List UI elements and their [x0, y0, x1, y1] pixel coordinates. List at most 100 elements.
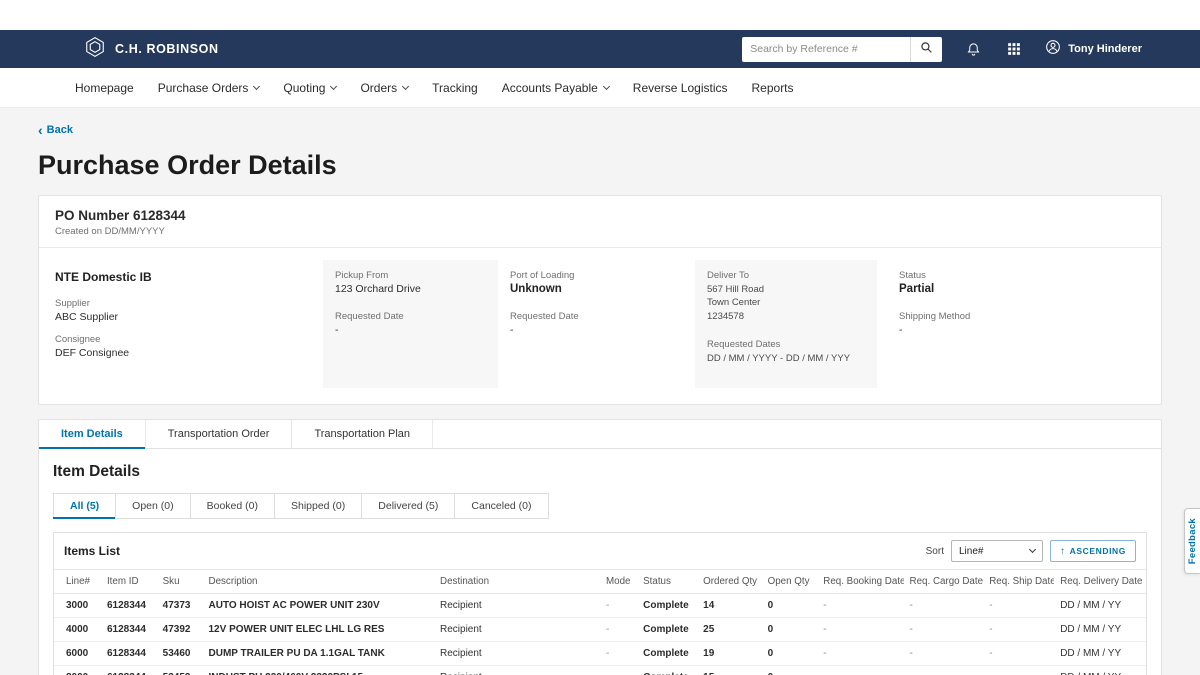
user-avatar-icon [1045, 39, 1061, 60]
items-table-column-header: Open Qty [762, 570, 818, 594]
back-link[interactable]: ‹ Back [38, 124, 73, 136]
table-cell: 25 [697, 618, 761, 642]
search-button[interactable] [910, 37, 942, 62]
search-input[interactable] [742, 37, 910, 62]
filter-all[interactable]: All (5) [53, 493, 116, 519]
status-label: Status [899, 270, 1145, 281]
nav-homepage[interactable]: Homepage [75, 81, 134, 95]
nav-purchase-orders[interactable]: Purchase Orders [158, 81, 260, 95]
table-cell: - [600, 594, 637, 618]
page-title: Purchase Order Details [38, 150, 1162, 181]
chr-logo-icon [84, 36, 106, 63]
table-cell: 6000 [54, 642, 101, 666]
nav-quoting[interactable]: Quoting [283, 81, 336, 95]
table-cell: 6128344 [101, 642, 157, 666]
nav-reports[interactable]: Reports [752, 81, 794, 95]
tab-item-details[interactable]: Item Details [39, 420, 146, 448]
sort-select[interactable]: Line# [951, 540, 1043, 562]
table-cell: Recipient [434, 594, 600, 618]
items-table: Line#Item IDSkuDescriptionDestinationMod… [54, 569, 1146, 675]
items-list-title: Items List [64, 544, 120, 558]
table-cell: 0 [762, 618, 818, 642]
items-list-panel: Items List Sort Line# ↑ ASCENDING [53, 532, 1147, 675]
filter-open[interactable]: Open (0) [115, 493, 190, 519]
summary-col-general: NTE Domestic IB Supplier ABC Supplier Co… [55, 260, 323, 388]
table-cell: 47392 [157, 618, 203, 642]
table-cell: Complete [637, 594, 697, 618]
filter-delivered[interactable]: Delivered (5) [361, 493, 455, 519]
table-cell: - [904, 642, 984, 666]
table-cell: - [817, 594, 903, 618]
arrow-up-icon: ↑ [1060, 546, 1066, 557]
supplier-label: Supplier [55, 298, 323, 309]
pickup-from-value: 123 Orchard Drive [335, 283, 486, 295]
topbar-right: Tony Hinderer [742, 37, 1142, 62]
brand-name: C.H. ROBINSON [115, 42, 219, 56]
table-cell: Complete [637, 618, 697, 642]
table-cell: DD / MM / YY [1054, 594, 1146, 618]
items-table-column-header: Item ID [101, 570, 157, 594]
table-cell: 14 [697, 594, 761, 618]
items-table-column-header: Sku [157, 570, 203, 594]
table-cell: 6128344 [101, 618, 157, 642]
chevron-down-icon [402, 82, 409, 89]
sort-direction-button[interactable]: ↑ ASCENDING [1050, 540, 1136, 562]
back-label: Back [47, 124, 73, 136]
table-row: 8000612834453453INDUST PU 230/460V 2320P… [54, 666, 1146, 675]
table-cell: - [983, 618, 1054, 642]
filter-booked[interactable]: Booked (0) [190, 493, 275, 519]
page: C.H. ROBINSON [0, 0, 1200, 675]
table-cell: Complete [637, 642, 697, 666]
items-table-column-header: Ordered Qty [697, 570, 761, 594]
table-cell: 12V POWER UNIT ELEC LHL LG RES [203, 618, 435, 642]
nav-reverse-logistics[interactable]: Reverse Logistics [633, 81, 728, 95]
table-cell: - [817, 642, 903, 666]
requested-dates-value: DD / MM / YYYY - DD / MM / YYY [707, 352, 865, 365]
table-cell: 0 [762, 642, 818, 666]
table-cell: 8000 [54, 666, 101, 675]
pickup-from-label: Pickup From [335, 270, 486, 281]
user-name: Tony Hinderer [1068, 43, 1142, 55]
filter-shipped[interactable]: Shipped (0) [274, 493, 362, 519]
deliver-to-line: 1234578 [707, 310, 865, 323]
filter-canceled[interactable]: Canceled (0) [454, 493, 548, 519]
deliver-to-line: 567 Hill Road [707, 283, 865, 296]
tab-bar: Item Details Transportation Order Transp… [39, 420, 1161, 449]
apps-grid-icon[interactable] [1005, 40, 1023, 58]
table-cell: 47373 [157, 594, 203, 618]
summary-columns: NTE Domestic IB Supplier ABC Supplier Co… [55, 248, 1145, 388]
items-table-column-header: Req. Ship Date [983, 570, 1054, 594]
brand: C.H. ROBINSON [84, 36, 219, 63]
requested-date-value: - [335, 324, 486, 336]
table-cell: 3000 [54, 594, 101, 618]
consignee-label: Consignee [55, 334, 323, 345]
items-table-column-header: Req. Cargo Date [904, 570, 984, 594]
table-cell: - [983, 594, 1054, 618]
table-row: 3000612834447373AUTO HOIST AC POWER UNIT… [54, 594, 1146, 618]
feedback-tab[interactable]: Feedback [1184, 508, 1200, 574]
deliver-to-line: Town Center [707, 296, 865, 309]
search-icon [920, 41, 933, 57]
table-cell: - [904, 666, 984, 675]
table-cell: 4000 [54, 618, 101, 642]
items-table-column-header: Req. Booking Date [817, 570, 903, 594]
table-cell: - [600, 618, 637, 642]
items-table-column-header: Line# [54, 570, 101, 594]
nav-accounts-payable[interactable]: Accounts Payable [502, 81, 609, 95]
tab-transportation-plan[interactable]: Transportation Plan [292, 420, 433, 448]
chevron-down-icon [253, 82, 260, 89]
table-cell: DD / MM / YY [1054, 618, 1146, 642]
top-navbar: C.H. ROBINSON [0, 30, 1200, 68]
user-menu[interactable]: Tony Hinderer [1045, 39, 1142, 60]
summary-col-status: Status Partial Shipping Method - [899, 260, 1145, 388]
notifications-bell-icon[interactable] [964, 40, 983, 59]
table-cell: AUTO HOIST AC POWER UNIT 230V [203, 594, 435, 618]
table-cell: DD / MM / YY [1054, 666, 1146, 675]
port-of-loading-label: Port of Loading [510, 270, 695, 281]
nav-tracking[interactable]: Tracking [432, 81, 478, 95]
nav-orders[interactable]: Orders [360, 81, 408, 95]
search-group [742, 37, 942, 62]
table-cell: - [983, 642, 1054, 666]
tab-transportation-order[interactable]: Transportation Order [146, 420, 293, 448]
table-cell: - [904, 594, 984, 618]
